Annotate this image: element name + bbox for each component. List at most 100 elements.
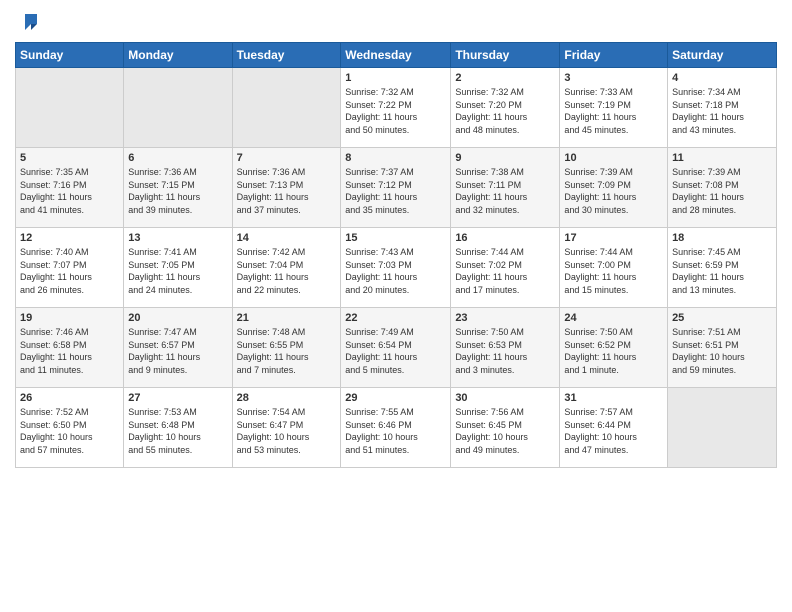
day-info: Sunrise: 7:55 AM Sunset: 6:46 PM Dayligh… [345, 406, 446, 456]
day-info: Sunrise: 7:42 AM Sunset: 7:04 PM Dayligh… [237, 246, 337, 296]
day-number: 27 [128, 392, 227, 404]
calendar-day [16, 68, 124, 148]
calendar-day: 1Sunrise: 7:32 AM Sunset: 7:22 PM Daylig… [341, 68, 451, 148]
day-info: Sunrise: 7:57 AM Sunset: 6:44 PM Dayligh… [564, 406, 663, 456]
calendar-day: 4Sunrise: 7:34 AM Sunset: 7:18 PM Daylig… [668, 68, 777, 148]
calendar-week-row: 19 Sunrise: 7:46 AM Sunset: 6:58 PM Dayli… [16, 308, 777, 388]
day-info: Sunrise: 7:46 AM Sunset: 6:58 PM Dayligh… [20, 326, 119, 376]
day-of-week-header: Thursday [451, 43, 560, 68]
day-number: 16 [455, 232, 555, 244]
day-of-week-header: Friday [560, 43, 668, 68]
logo [15, 10, 41, 34]
day-number: 15 [345, 232, 446, 244]
day-number: 23 [455, 312, 555, 324]
calendar-week-row: 5 Sunrise: 7:35 AM Sunset: 7:16 PM Daylig… [16, 148, 777, 228]
calendar-day: 22 Sunrise: 7:49 AM Sunset: 6:54 PM Dayli… [341, 308, 451, 388]
calendar-day: 6 Sunrise: 7:36 AM Sunset: 7:15 PM Daylig… [124, 148, 232, 228]
calendar-day: 17 Sunrise: 7:44 AM Sunset: 7:00 PM Dayli… [560, 228, 668, 308]
day-info: Sunrise: 7:43 AM Sunset: 7:03 PM Dayligh… [345, 246, 446, 296]
calendar-day [232, 68, 341, 148]
calendar-day: 8 Sunrise: 7:37 AM Sunset: 7:12 PM Daylig… [341, 148, 451, 228]
day-number: 6 [128, 152, 227, 164]
day-info: Sunrise: 7:33 AM Sunset: 7:19 PM Dayligh… [564, 86, 663, 136]
day-info: Sunrise: 7:54 AM Sunset: 6:47 PM Dayligh… [237, 406, 337, 456]
day-info: Sunrise: 7:32 AM Sunset: 7:20 PM Dayligh… [455, 86, 555, 136]
calendar-day: 23Sunrise: 7:50 AM Sunset: 6:53 PM Dayli… [451, 308, 560, 388]
calendar-day: 26 Sunrise: 7:52 AM Sunset: 6:50 PM Dayli… [16, 388, 124, 468]
header [15, 10, 777, 34]
day-number: 8 [345, 152, 446, 164]
calendar-day: 7 Sunrise: 7:36 AM Sunset: 7:13 PM Daylig… [232, 148, 341, 228]
day-info: Sunrise: 7:50 AM Sunset: 6:52 PM Dayligh… [564, 326, 663, 376]
calendar: SundayMondayTuesdayWednesdayThursdayFrid… [15, 42, 777, 468]
day-info: Sunrise: 7:40 AM Sunset: 7:07 PM Dayligh… [20, 246, 119, 296]
day-info: Sunrise: 7:44 AM Sunset: 7:02 PM Dayligh… [455, 246, 555, 296]
calendar-day: 19 Sunrise: 7:46 AM Sunset: 6:58 PM Dayli… [16, 308, 124, 388]
day-info: Sunrise: 7:49 AM Sunset: 6:54 PM Dayligh… [345, 326, 446, 376]
day-number: 29 [345, 392, 446, 404]
day-number: 24 [564, 312, 663, 324]
day-number: 21 [237, 312, 337, 324]
day-of-week-header: Sunday [16, 43, 124, 68]
day-number: 17 [564, 232, 663, 244]
calendar-day: 15 Sunrise: 7:43 AM Sunset: 7:03 PM Dayli… [341, 228, 451, 308]
calendar-day: 5 Sunrise: 7:35 AM Sunset: 7:16 PM Daylig… [16, 148, 124, 228]
calendar-day: 9 Sunrise: 7:38 AM Sunset: 7:11 PM Daylig… [451, 148, 560, 228]
day-info: Sunrise: 7:35 AM Sunset: 7:16 PM Dayligh… [20, 166, 119, 216]
calendar-day: 12 Sunrise: 7:40 AM Sunset: 7:07 PM Dayli… [16, 228, 124, 308]
day-number: 9 [455, 152, 555, 164]
calendar-day: 14 Sunrise: 7:42 AM Sunset: 7:04 PM Dayli… [232, 228, 341, 308]
calendar-day: 10Sunrise: 7:39 AM Sunset: 7:09 PM Dayli… [560, 148, 668, 228]
calendar-week-row: 1Sunrise: 7:32 AM Sunset: 7:22 PM Daylig… [16, 68, 777, 148]
day-info: Sunrise: 7:52 AM Sunset: 6:50 PM Dayligh… [20, 406, 119, 456]
calendar-day: 27 Sunrise: 7:53 AM Sunset: 6:48 PM Dayli… [124, 388, 232, 468]
day-info: Sunrise: 7:39 AM Sunset: 7:08 PM Dayligh… [672, 166, 772, 216]
day-number: 30 [455, 392, 555, 404]
day-number: 14 [237, 232, 337, 244]
day-number: 22 [345, 312, 446, 324]
calendar-day: 24 Sunrise: 7:50 AM Sunset: 6:52 PM Dayli… [560, 308, 668, 388]
day-of-week-header: Tuesday [232, 43, 341, 68]
day-number: 5 [20, 152, 119, 164]
calendar-week-row: 12 Sunrise: 7:40 AM Sunset: 7:07 PM Dayli… [16, 228, 777, 308]
calendar-week-row: 26 Sunrise: 7:52 AM Sunset: 6:50 PM Dayli… [16, 388, 777, 468]
calendar-day: 16 Sunrise: 7:44 AM Sunset: 7:02 PM Dayli… [451, 228, 560, 308]
day-info: Sunrise: 7:39 AM Sunset: 7:09 PM Dayligh… [564, 166, 663, 216]
day-info: Sunrise: 7:48 AM Sunset: 6:55 PM Dayligh… [237, 326, 337, 376]
day-number: 18 [672, 232, 772, 244]
day-number: 31 [564, 392, 663, 404]
day-info: Sunrise: 7:36 AM Sunset: 7:15 PM Dayligh… [128, 166, 227, 216]
calendar-day: 29 Sunrise: 7:55 AM Sunset: 6:46 PM Dayli… [341, 388, 451, 468]
calendar-day: 13 Sunrise: 7:41 AM Sunset: 7:05 PM Dayli… [124, 228, 232, 308]
day-info: Sunrise: 7:32 AM Sunset: 7:22 PM Dayligh… [345, 86, 446, 136]
day-number: 11 [672, 152, 772, 164]
day-number: 28 [237, 392, 337, 404]
day-number: 20 [128, 312, 227, 324]
calendar-day: 18 Sunrise: 7:45 AM Sunset: 6:59 PM Dayli… [668, 228, 777, 308]
day-info: Sunrise: 7:51 AM Sunset: 6:51 PM Dayligh… [672, 326, 772, 376]
day-number: 7 [237, 152, 337, 164]
day-number: 2 [455, 72, 555, 84]
day-info: Sunrise: 7:44 AM Sunset: 7:00 PM Dayligh… [564, 246, 663, 296]
calendar-day: 21 Sunrise: 7:48 AM Sunset: 6:55 PM Dayli… [232, 308, 341, 388]
day-of-week-header: Monday [124, 43, 232, 68]
day-info: Sunrise: 7:38 AM Sunset: 7:11 PM Dayligh… [455, 166, 555, 216]
logo-icon [17, 10, 41, 34]
calendar-day: 2 Sunrise: 7:32 AM Sunset: 7:20 PM Daylig… [451, 68, 560, 148]
day-info: Sunrise: 7:47 AM Sunset: 6:57 PM Dayligh… [128, 326, 227, 376]
day-info: Sunrise: 7:41 AM Sunset: 7:05 PM Dayligh… [128, 246, 227, 296]
day-number: 19 [20, 312, 119, 324]
calendar-day [668, 388, 777, 468]
day-number: 13 [128, 232, 227, 244]
day-info: Sunrise: 7:36 AM Sunset: 7:13 PM Dayligh… [237, 166, 337, 216]
logo-text [15, 10, 41, 34]
day-number: 3 [564, 72, 663, 84]
calendar-day: 11 Sunrise: 7:39 AM Sunset: 7:08 PM Dayli… [668, 148, 777, 228]
day-info: Sunrise: 7:53 AM Sunset: 6:48 PM Dayligh… [128, 406, 227, 456]
day-info: Sunrise: 7:45 AM Sunset: 6:59 PM Dayligh… [672, 246, 772, 296]
day-info: Sunrise: 7:37 AM Sunset: 7:12 PM Dayligh… [345, 166, 446, 216]
day-number: 12 [20, 232, 119, 244]
day-number: 4 [672, 72, 772, 84]
day-number: 26 [20, 392, 119, 404]
day-of-week-header: Saturday [668, 43, 777, 68]
